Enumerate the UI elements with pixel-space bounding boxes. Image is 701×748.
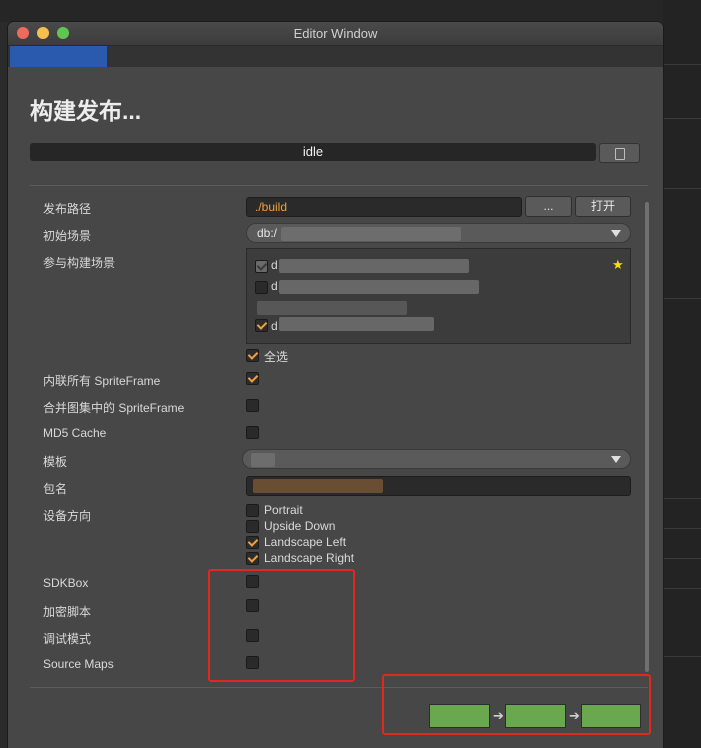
scene-name-4: d xyxy=(271,319,278,333)
md5-cache-label: MD5 Cache xyxy=(43,426,107,440)
redacted-template xyxy=(251,453,275,467)
package-name-input[interactable] xyxy=(246,476,631,496)
portrait-checkbox[interactable] xyxy=(246,504,259,517)
top-divider xyxy=(30,185,648,186)
upside-down-checkbox[interactable] xyxy=(246,520,259,533)
build-path-input[interactable]: ./build xyxy=(246,197,522,217)
scene-name-2: d xyxy=(271,279,278,293)
encrypt-js-label: 加密脚本 xyxy=(43,605,92,619)
redacted-scene-1 xyxy=(279,259,469,273)
landscape-right-label: Landscape Right xyxy=(264,551,355,565)
select-all-checkbox[interactable] xyxy=(246,349,259,362)
scrollbar[interactable] xyxy=(645,202,649,672)
annotation-box-checkboxes xyxy=(208,569,355,682)
document-icon xyxy=(615,148,625,160)
start-scene-select[interactable]: db:/ xyxy=(246,223,631,243)
scene-checkbox-1[interactable] xyxy=(255,260,268,273)
landscape-left-checkbox[interactable] xyxy=(246,536,259,549)
star-icon: ★ xyxy=(612,257,624,272)
window-title: Editor Window xyxy=(293,26,378,41)
upside-down-label: Upside Down xyxy=(264,519,336,533)
build-status-bar: idle xyxy=(30,143,596,161)
redacted-scene-2 xyxy=(279,280,479,294)
merge-spriteframe-checkbox[interactable] xyxy=(246,399,259,412)
inline-spriteframe-checkbox[interactable] xyxy=(246,372,259,385)
build-path-label: 发布路径 xyxy=(43,202,92,216)
redacted-scene-3 xyxy=(257,301,407,315)
landscape-left-label: Landscape Left xyxy=(264,535,347,549)
redacted-scene-path xyxy=(281,227,461,241)
editor-window: Editor Window 构建发布... idle 发布路径 ./build … xyxy=(8,22,663,748)
start-scene-label: 初始场景 xyxy=(43,229,92,243)
scene-checkbox-2[interactable] xyxy=(255,281,268,294)
chevron-down-icon xyxy=(611,230,621,237)
scene-list: d d d xyxy=(246,248,631,344)
redacted-scene-4 xyxy=(279,317,434,331)
orientation-label: 设备方向 xyxy=(43,509,92,523)
page-title: 构建发布... xyxy=(30,98,142,124)
debug-label: 调试模式 xyxy=(43,632,92,646)
chevron-down-icon xyxy=(611,456,621,463)
title-bar: Editor Window xyxy=(8,22,663,46)
merge-spriteframe-label: 合并图集中的 SpriteFrame xyxy=(43,401,185,415)
scene-name-1: d xyxy=(271,258,278,272)
build-path-value: ./build xyxy=(255,200,288,214)
package-name-label: 包名 xyxy=(43,482,68,496)
build-status-text: idle xyxy=(302,144,324,159)
active-tab[interactable] xyxy=(10,46,107,67)
sdkbox-label: SDKBox xyxy=(43,576,89,590)
annotation-box-steps xyxy=(382,674,651,735)
source-maps-label: Source Maps xyxy=(43,657,114,671)
scrollbar-thumb[interactable] xyxy=(645,202,649,672)
tab-strip xyxy=(8,46,663,67)
redacted-package-name xyxy=(253,479,383,493)
md5-cache-checkbox[interactable] xyxy=(246,426,259,439)
select-all-label: 全选 xyxy=(264,350,289,364)
template-label: 模板 xyxy=(43,455,68,469)
inline-spriteframe-label: 内联所有 SpriteFrame xyxy=(43,374,161,388)
landscape-right-checkbox[interactable] xyxy=(246,552,259,565)
scene-checkbox-4[interactable] xyxy=(255,319,268,332)
open-folder-button[interactable]: 打开 xyxy=(575,196,631,217)
portrait-label: Portrait xyxy=(264,503,303,517)
template-select[interactable] xyxy=(242,449,631,469)
desktop-right-background xyxy=(663,0,701,748)
included-scenes-label: 参与构建场景 xyxy=(43,256,116,270)
start-scene-value: db:/ xyxy=(257,226,278,240)
build-log-button[interactable] xyxy=(599,143,640,163)
browse-button[interactable]: ... xyxy=(525,196,572,217)
desktop-top xyxy=(0,0,701,22)
